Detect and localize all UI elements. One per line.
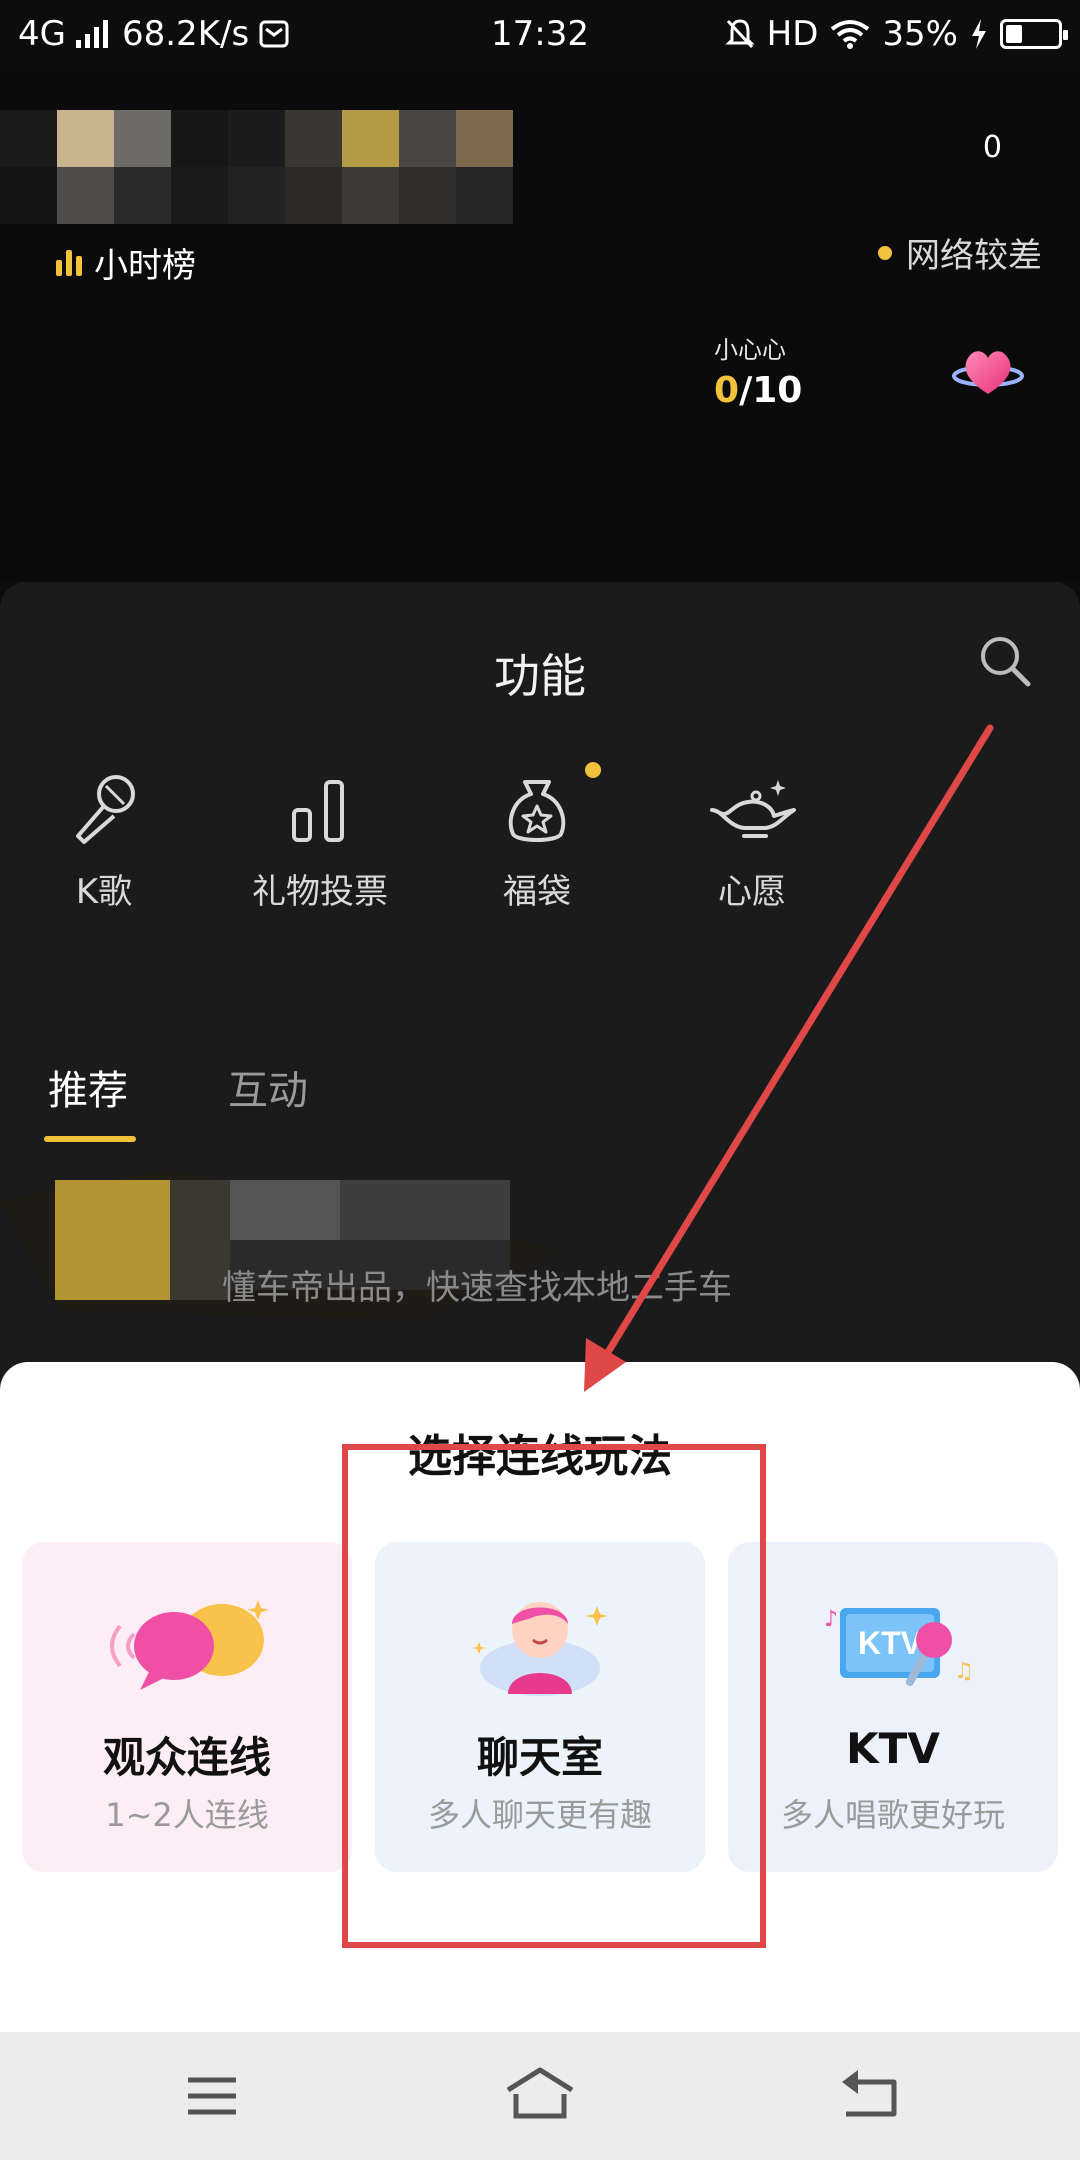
microphone-icon (76, 775, 135, 844)
heart-total: /10 (739, 370, 803, 411)
heart-task-label: 小心心 (714, 336, 786, 364)
heart-task-count: 0/10 (714, 370, 802, 411)
magic-lamp-icon (710, 780, 796, 838)
tab-recommend[interactable]: 推荐 (48, 1058, 128, 1116)
card-subtitle: 多人唱歌更好玩 (780, 1796, 1005, 1834)
menu-icon[interactable] (162, 2060, 262, 2132)
function-lucky-bag[interactable]: 福袋 (437, 770, 637, 913)
function-label: 心愿 (718, 872, 786, 912)
card-audience-link[interactable]: 观众连线 1~2人连线 (22, 1542, 352, 1872)
tab-interact[interactable]: 互动 (228, 1058, 308, 1116)
function-label: K歌 (75, 872, 133, 912)
panel-title: 功能 (494, 649, 586, 703)
rank-label: 小时榜 (94, 246, 196, 286)
new-badge-dot (585, 762, 601, 778)
tab-underline (44, 1136, 136, 1142)
hourly-rank-button[interactable]: 小时榜 (56, 238, 196, 287)
charging-icon (972, 19, 986, 49)
lucky-bag-icon (508, 780, 566, 842)
search-icon[interactable] (976, 632, 1034, 690)
ktv-screen-text: KTV (858, 1625, 923, 1661)
card-title: KTV (846, 1724, 940, 1773)
function-wish[interactable]: 心愿 (652, 770, 852, 913)
bar-chart-icon (292, 780, 344, 842)
viewer-count: 0 (982, 130, 1002, 165)
card-ktv[interactable]: KTV ♪ ♫ KTV 多人唱歌更好玩 (728, 1542, 1058, 1872)
function-label: 福袋 (503, 872, 571, 912)
music-note-icon: ♪ (824, 1607, 838, 1632)
network-status-text: 网络较差 (906, 236, 1042, 276)
status-right: HD 35% (725, 14, 1068, 54)
hd-label: HD (766, 14, 819, 54)
wifi-icon (831, 20, 870, 49)
status-bar: 4G 68.2K/s 17:32 HD 35% (0, 0, 1080, 72)
highlight-box (342, 1444, 766, 1948)
function-ksong[interactable]: K歌 (4, 770, 204, 913)
network-status: 网络较差 (878, 228, 1042, 277)
blurred-avatar-area (0, 110, 513, 225)
function-label: 礼物投票 (252, 872, 388, 912)
status-dot-icon (878, 245, 892, 260)
promo-text[interactable]: 懂车帝出品，快速查找本地二手车 (222, 1260, 732, 1309)
card-title: 观众连线 (102, 1733, 271, 1782)
home-icon[interactable] (490, 2060, 590, 2132)
ktv-screen-icon: KTV ♪ ♫ (824, 1607, 974, 1686)
heart-current: 0 (714, 370, 740, 411)
card-subtitle: 1~2人连线 (105, 1796, 269, 1834)
speech-bubbles-icon (110, 1600, 269, 1690)
mute-bell-icon (725, 19, 755, 49)
rank-bars-icon (56, 249, 82, 276)
battery-icon (1000, 19, 1068, 49)
function-gift-vote[interactable]: 礼物投票 (220, 770, 420, 913)
heart-planet-icon[interactable] (952, 338, 1024, 402)
back-icon[interactable] (818, 2060, 918, 2132)
music-note-icon: ♫ (954, 1659, 974, 1684)
battery-percent: 35% (882, 14, 958, 54)
